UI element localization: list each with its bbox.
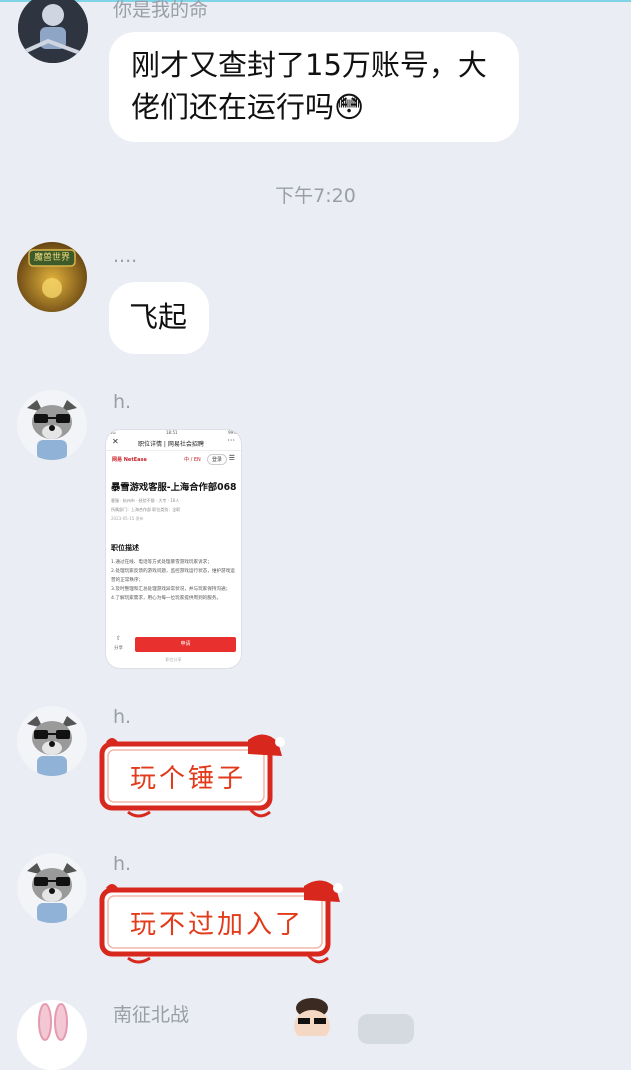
image-message[interactable]: 4G 18:51 99% ✕ 职位详情 | 网易社会招聘 ··· 网易 NetE… — [106, 430, 241, 668]
message-bubble[interactable] — [358, 1014, 414, 1044]
sender-name: 南征北战 — [113, 1004, 190, 1026]
login-button: 登录 — [207, 454, 228, 465]
sender-name: h. — [113, 391, 132, 413]
sender-name: h. — [113, 706, 132, 728]
share-icon: ⇧ — [116, 635, 122, 642]
brand-logo: 网易 NetEase — [112, 457, 147, 463]
description-line: 3.及时整理和汇总处理游戏异常状况，并与玩家保持沟通； — [111, 587, 231, 592]
message-bubble[interactable]: 刚才又查封了15万账号，大佬们还在运行吗😳 — [109, 32, 519, 142]
description-line: 4.了解玩家需求，用心为每一位玩家提供周到的服务。 — [111, 596, 222, 601]
job-date: 2023-05-15 发布 — [111, 516, 144, 521]
sticker-message[interactable]: 玩不过加入了 — [98, 876, 348, 971]
language-switch: 中 / EN — [184, 457, 201, 463]
message-bubble[interactable]: 飞起 — [109, 282, 209, 354]
job-meta: 客服 · 杭州市 · 经验不限 · 大专 · 10人 — [111, 498, 180, 503]
footer-text: 职位分享 — [165, 657, 182, 662]
job-title: 暴雪游戏客服-上海合作部068 — [111, 482, 237, 493]
sender-name: .... — [113, 245, 138, 267]
description-line: 2.处理玩家反馈的游戏问题，监控游戏运行状态，维护游戏运营的正常秩序； — [111, 569, 235, 583]
sender-name: h. — [113, 853, 132, 875]
status-battery: 99% — [228, 430, 237, 435]
close-icon: ✕ — [112, 437, 119, 446]
share-label: 分享 — [114, 646, 123, 651]
sticker-preview[interactable] — [288, 996, 336, 1042]
apply-button: 申请 — [135, 637, 236, 652]
avatar[interactable]: 魔兽世界 — [17, 242, 87, 312]
flushed-face-emoji: 😳 — [334, 90, 365, 124]
sticker-text: 玩不过加入了 — [130, 910, 305, 940]
avatar[interactable] — [17, 706, 87, 776]
avatar[interactable] — [17, 853, 87, 923]
status-signal: 4G — [110, 430, 116, 435]
sticker-text: 玩个锤子 — [130, 764, 247, 794]
timestamp: 下午7:20 — [275, 185, 356, 207]
section-title: 职位描述 — [111, 544, 139, 552]
top-accent-line — [0, 0, 631, 2]
job-description: 1.通过在线、电话等方式处理暴雪游戏玩家诉求； 2.处理玩家反馈的游戏问题，监控… — [111, 558, 236, 603]
sender-name: 你是我的命 — [113, 0, 209, 21]
description-line: 1.通过在线、电话等方式处理暴雪游戏玩家诉求； — [111, 560, 212, 565]
divider — [106, 450, 241, 451]
avatar[interactable] — [17, 1000, 87, 1070]
more-icon: ··· — [227, 436, 235, 445]
message-text: 飞起 — [129, 300, 188, 334]
sticker-message[interactable]: 玩个锤子 — [98, 730, 288, 825]
avatar-logo-text: 魔兽世界 — [33, 253, 70, 263]
status-bar: 4G 18:51 99% — [106, 430, 241, 436]
nav-title: 职位详情 | 网易社会招聘 — [138, 441, 204, 448]
menu-icon: ☰ — [228, 454, 235, 462]
apply-label: 申请 — [180, 641, 191, 647]
job-department: 所属部门：上海合作部 职位类别：全职 — [111, 507, 181, 512]
avatar[interactable] — [17, 390, 87, 460]
avatar[interactable] — [18, 0, 88, 63]
status-time: 18:51 — [166, 430, 178, 435]
message-text: 刚才又查封了15万账号，大佬们还在运行吗 — [131, 48, 487, 124]
